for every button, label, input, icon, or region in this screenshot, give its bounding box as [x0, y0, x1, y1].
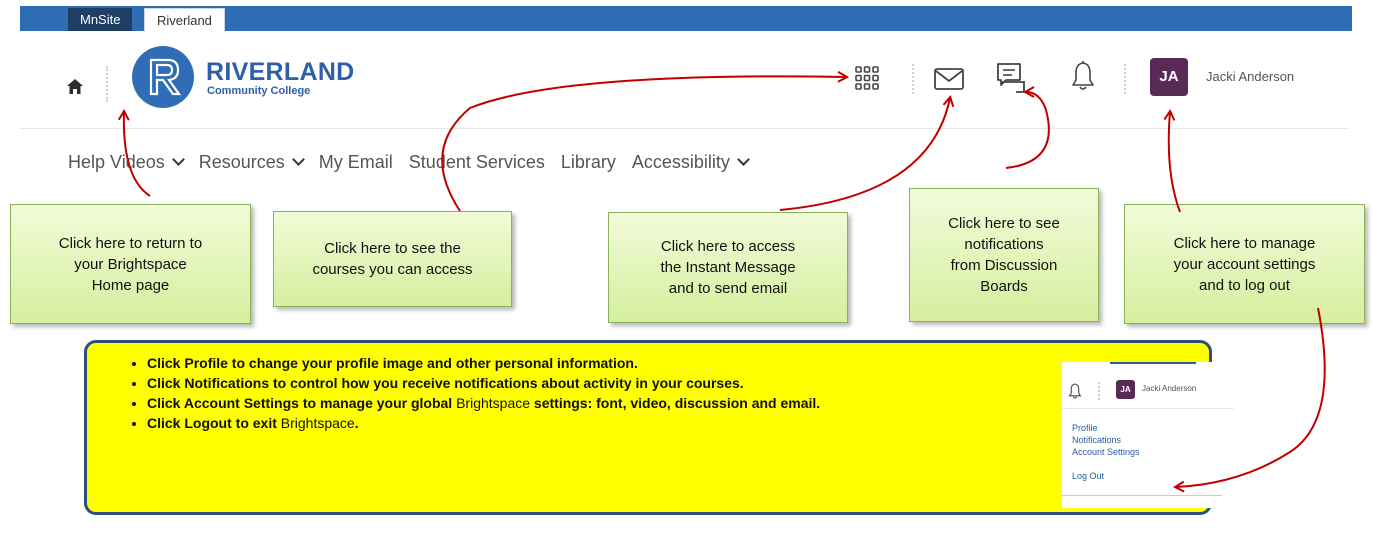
chevron-down-icon	[291, 153, 305, 166]
callout-line: notifications	[964, 236, 1044, 253]
avatar[interactable]: JA	[1150, 58, 1188, 96]
info-item: Click Profile to change your profile ima…	[147, 353, 1017, 373]
nav-item-label: My Email	[318, 152, 393, 172]
nav-item-help-videos[interactable]: Help Videos	[68, 152, 185, 173]
nav-item-resources[interactable]: Resources	[198, 152, 305, 173]
nav-item-accessibility[interactable]: Accessibility	[631, 152, 750, 173]
nav-item-student-services[interactable]: Student Services	[409, 152, 545, 173]
info-item: Click Logout to exit Brightspace.	[147, 413, 1017, 433]
info-text: Click Logout to exit	[147, 415, 281, 431]
callout-line: Click here to manage	[1173, 234, 1316, 252]
divider	[106, 66, 110, 102]
info-text: Click Account Settings to manage your gl…	[147, 395, 457, 411]
arrow-to-waffle	[441, 76, 846, 212]
callout-line: Click here to see	[948, 215, 1060, 232]
divider	[912, 64, 916, 94]
info-item: Click Notifications to control how you r…	[147, 373, 1017, 393]
callout-line: your Brightspace	[74, 255, 187, 273]
home-icon[interactable]	[66, 78, 84, 96]
avatar: JA	[1116, 380, 1135, 399]
nav-item-label: Resources	[198, 152, 285, 172]
tab-riverland[interactable]: Riverland	[144, 8, 225, 32]
callout-line: Click here to access	[660, 238, 796, 255]
nav-item-label: Library	[560, 152, 616, 172]
header-divider	[20, 128, 1348, 129]
divider	[1124, 64, 1128, 94]
callout-messages: Click here to access the Instant Message…	[608, 212, 848, 323]
info-text: .	[354, 415, 359, 431]
chevron-down-icon	[171, 153, 185, 166]
arrow-to-avatar	[1169, 112, 1181, 213]
nav-item-label: Student Services	[408, 152, 545, 172]
callout-home: Click here to return to your Brightspace…	[10, 204, 251, 324]
account-menu-preview: JA Jacki Anderson Profile Notifications …	[1062, 362, 1234, 508]
callout-line: Home page	[91, 276, 170, 294]
info-text: Brightspace	[456, 395, 531, 411]
info-list: Click Profile to change your profile ima…	[125, 353, 1017, 433]
chevron-down-icon	[737, 153, 750, 166]
info-box: Click Profile to change your profile ima…	[84, 340, 1212, 515]
divider	[1062, 495, 1222, 496]
menu-item-account-settings[interactable]: Account Settings	[1072, 447, 1140, 457]
logo-name: RIVERLAND	[206, 58, 355, 86]
callout-line: Click here to return to	[58, 234, 203, 252]
callout-line: Click here to see the	[324, 240, 461, 257]
arrow-to-chat	[1005, 92, 1050, 169]
info-text: Brightspace	[280, 415, 355, 431]
callout-line: courses you can access	[312, 261, 473, 278]
nav-item-label: Help Videos	[68, 152, 165, 172]
site-tab-bar: MnSite Riverland	[20, 6, 1352, 32]
bell-icon[interactable]	[1070, 60, 1096, 92]
logo-subtitle: Community College	[207, 85, 311, 97]
info-item: Click Account Settings to manage your gl…	[147, 393, 1017, 413]
bell-icon	[1068, 383, 1082, 399]
callout-line: and to send email	[668, 280, 788, 297]
logo-r-icon	[149, 58, 182, 96]
menu-item-profile[interactable]: Profile	[1072, 423, 1098, 433]
info-text: Click Notifications to control how you r…	[147, 375, 744, 391]
user-name: Jacki Anderson	[1142, 384, 1197, 393]
user-name[interactable]: Jacki Anderson	[1206, 69, 1294, 84]
callout-line: the Instant Message	[660, 259, 796, 276]
nav-item-my-email[interactable]: My Email	[319, 152, 393, 173]
nav-item-library[interactable]: Library	[561, 152, 616, 173]
callout-line: from Discussion	[950, 257, 1058, 274]
callout-courses: Click here to see the courses you can ac…	[273, 211, 512, 307]
account-menu: Profile Notifications Account Settings L…	[1062, 408, 1234, 509]
callout-line: your account settings	[1173, 255, 1316, 273]
menu-item-log-out[interactable]: Log Out	[1072, 471, 1104, 481]
callout-line: and to log out	[1199, 276, 1290, 294]
info-text: Click Profile to change your profile ima…	[147, 355, 638, 371]
info-text: settings: font, video, discussion and em…	[530, 395, 821, 411]
callout-discussions: Click here to see notifications from Dis…	[909, 188, 1099, 322]
waffle-grid-icon[interactable]	[855, 66, 879, 90]
divider	[1110, 362, 1196, 364]
nav-item-label: Accessibility	[631, 152, 730, 172]
divider	[1098, 382, 1100, 400]
course-nav-bar: Help Videos Resources My Email Student S…	[68, 152, 750, 173]
callout-account: Click here to manage your account settin…	[1124, 204, 1365, 324]
tab-mnsite[interactable]: MnSite	[68, 8, 133, 31]
menu-item-notifications[interactable]: Notifications	[1072, 435, 1121, 445]
chat-icon[interactable]	[996, 62, 1026, 94]
callout-line: Boards	[980, 278, 1028, 295]
logo-mark[interactable]	[132, 46, 194, 108]
mail-icon[interactable]	[934, 68, 964, 90]
